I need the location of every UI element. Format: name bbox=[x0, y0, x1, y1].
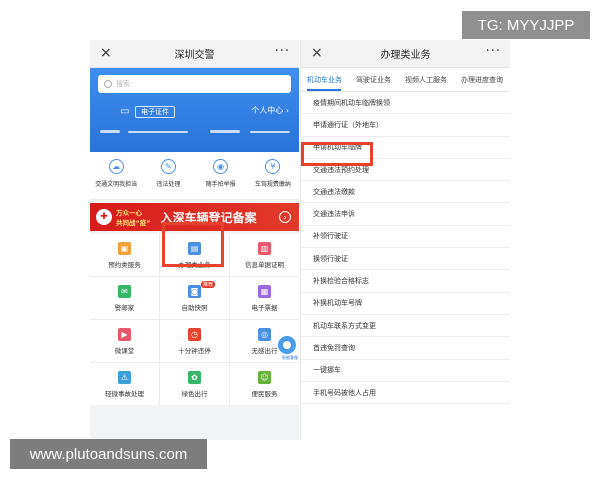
watermark-top: TG: MYYJJPP bbox=[462, 11, 590, 39]
right-titlebar: × 办理类业务 ··· bbox=[301, 40, 510, 68]
cloud-icon: ☁ bbox=[108, 159, 124, 174]
id-card-icon: ▭ bbox=[120, 106, 130, 117]
more-icon[interactable]: ··· bbox=[486, 44, 501, 59]
pen-icon: ✎ bbox=[160, 159, 176, 174]
highlight-box-business bbox=[162, 222, 224, 267]
service-label: 警邮家 bbox=[114, 303, 135, 312]
service-grid-item-9[interactable]: ⚠ 轻微事故处理 bbox=[90, 363, 159, 405]
service-grid-item-2[interactable]: ▥ 信息单据证明 bbox=[230, 234, 299, 276]
service-grid-item-10[interactable]: ✿ 绿色出行 bbox=[160, 363, 229, 405]
phone-right-business: × 办理类业务 ··· 机动车业务 驾驶证业务 视频人工服务 办理进度查询 疫情… bbox=[300, 40, 510, 440]
banner-slogan-line2: 共同战“疫” bbox=[116, 219, 151, 227]
service-icon: ☺ bbox=[258, 370, 271, 384]
camera-icon: ◉ bbox=[213, 159, 229, 174]
smart-assistant-label: 智能客服 bbox=[282, 355, 298, 360]
badge-logo-icon: ✚ bbox=[96, 209, 112, 225]
service-label: 十分钟违停 bbox=[178, 346, 211, 355]
business-list-item[interactable]: 补领行驶证 bbox=[301, 226, 510, 249]
tab-vehicle[interactable]: 机动车业务 bbox=[307, 75, 342, 85]
service-icon: ◎ bbox=[258, 327, 271, 341]
service-label: 电子票据 bbox=[251, 303, 278, 312]
service-icon: ◙ bbox=[188, 284, 201, 298]
quick-action-label: 车驾规费缴纳 bbox=[254, 181, 291, 188]
search-placeholder: 搜索 bbox=[116, 80, 130, 88]
service-label: 预约类服务 bbox=[108, 260, 141, 269]
service-grid-item-6[interactable]: ▶ 微课堂 bbox=[90, 320, 159, 362]
service-grid-item-7[interactable]: ◷ 十分钟违停 bbox=[160, 320, 229, 362]
quick-action-label: 交通文明我担当 bbox=[95, 181, 138, 188]
recommend-badge: 推荐 bbox=[200, 281, 215, 288]
business-list-item[interactable]: 补换检验合格标志 bbox=[301, 270, 510, 293]
service-grid-item-11[interactable]: ☺ 便民服务 bbox=[230, 363, 299, 405]
service-icon: ◷ bbox=[188, 327, 201, 341]
service-icon: ✉ bbox=[118, 284, 131, 298]
service-label: 微课堂 bbox=[114, 346, 135, 355]
banner-slogan-line1: 万众一心 bbox=[116, 209, 142, 217]
close-icon[interactable]: × bbox=[100, 45, 112, 61]
service-label: 便民服务 bbox=[251, 389, 278, 398]
left-header: 搜索 ▭ 电子证件 个人中心 › bbox=[90, 68, 299, 152]
service-grid-item-8[interactable]: ◎ 无感出行 智能客服 bbox=[230, 320, 299, 362]
quick-action-label: 违法处理 bbox=[156, 181, 181, 188]
quick-action-report[interactable]: ◉ 随手拍举报 bbox=[196, 159, 246, 188]
business-list-item[interactable]: 首违免罚查询 bbox=[301, 337, 510, 360]
scroll-fade bbox=[301, 426, 510, 440]
banner-slogan: 万众一心 共同战“疫” bbox=[116, 207, 151, 227]
eid-button[interactable]: 电子证件 bbox=[135, 106, 175, 118]
screenshot-stage: TG: MYYJJPP × 深圳交警 ··· 搜索 ▭ 电子证件 个人中心 › bbox=[0, 0, 600, 480]
business-list-item[interactable]: 手机号码被他人占用 bbox=[301, 382, 510, 405]
quick-actions-row: ☁ 交通文明我担当 ✎ 违法处理 ◉ 随手拍举报 ¥ 车驾规费缴纳 bbox=[90, 152, 299, 200]
business-list: 疫情期间机动车临牌换领 申请通行证（外地车） 申请机动车临牌 交通违法预约处理 交通违法… bbox=[301, 92, 510, 405]
service-grid-item-5[interactable]: ▦ 电子票据 bbox=[230, 277, 299, 319]
left-page-title: 深圳交警 bbox=[174, 50, 215, 61]
quick-action-fees[interactable]: ¥ 车驾规费缴纳 bbox=[248, 159, 298, 188]
highlight-box-temp-plate bbox=[301, 142, 373, 166]
business-list-item[interactable]: 交通违法申诉 bbox=[301, 203, 510, 226]
service-label: 自助快照 bbox=[181, 303, 208, 312]
service-label: 绿色出行 bbox=[181, 389, 208, 398]
close-icon[interactable]: × bbox=[311, 45, 323, 61]
business-tabs: 机动车业务 驾驶证业务 视频人工服务 办理进度查询 bbox=[301, 68, 510, 92]
watermark-bottom: www.plutoandsuns.com bbox=[10, 439, 207, 469]
service-icon: ▣ bbox=[118, 241, 131, 255]
tab-video-service[interactable]: 视频人工服务 bbox=[405, 75, 447, 85]
tab-license[interactable]: 驾驶证业务 bbox=[356, 75, 391, 85]
service-icon: ▦ bbox=[258, 284, 271, 298]
tab-progress[interactable]: 办理进度查询 bbox=[461, 75, 503, 85]
business-list-item[interactable]: 交通违法缴款 bbox=[301, 181, 510, 204]
service-icon: ▥ bbox=[258, 241, 271, 255]
service-label: 轻微事故处理 bbox=[105, 389, 144, 398]
business-list-item[interactable]: 申请通行证（外地车） bbox=[301, 114, 510, 137]
service-icon: ⚠ bbox=[118, 370, 131, 384]
service-icon: ▶ bbox=[118, 327, 131, 341]
service-label: 无感出行 bbox=[251, 346, 278, 355]
service-label: 信息单据证明 bbox=[245, 260, 284, 269]
business-list-item[interactable]: 补换机动车号牌 bbox=[301, 293, 510, 315]
quick-action-civility[interactable]: ☁ 交通文明我担当 bbox=[91, 159, 141, 188]
business-list-item[interactable]: 机动车联系方式变更 bbox=[301, 315, 510, 338]
right-page-title: 办理类业务 bbox=[380, 50, 431, 61]
left-titlebar: × 深圳交警 ··· bbox=[90, 40, 299, 68]
personal-center-link[interactable]: 个人中心 › bbox=[251, 105, 289, 116]
quick-action-violation[interactable]: ✎ 违法处理 bbox=[143, 159, 193, 188]
business-list-item[interactable]: 疫情期间机动车临牌换领 bbox=[301, 92, 510, 115]
masked-info-row bbox=[100, 128, 290, 138]
service-grid-item-3[interactable]: ✉ 警邮家 bbox=[90, 277, 159, 319]
business-list-item[interactable]: 一键挪车 bbox=[301, 360, 510, 382]
active-tab-indicator bbox=[307, 89, 341, 91]
search-icon bbox=[104, 80, 112, 88]
search-input[interactable]: 搜索 bbox=[98, 75, 291, 93]
service-grid-item-0[interactable]: ▣ 预约类服务 bbox=[90, 234, 159, 276]
yuan-icon: ¥ bbox=[265, 159, 281, 174]
service-icon: ✿ bbox=[188, 370, 201, 384]
business-list-item[interactable]: 换领行驶证 bbox=[301, 248, 510, 271]
more-icon[interactable]: ··· bbox=[275, 44, 290, 59]
smart-assistant-icon[interactable] bbox=[278, 336, 296, 354]
chevron-right-icon: › bbox=[279, 211, 291, 223]
service-grid-item-4[interactable]: ◙ 自助快照 推荐 bbox=[160, 277, 229, 319]
quick-action-label: 随手拍举报 bbox=[205, 181, 236, 188]
